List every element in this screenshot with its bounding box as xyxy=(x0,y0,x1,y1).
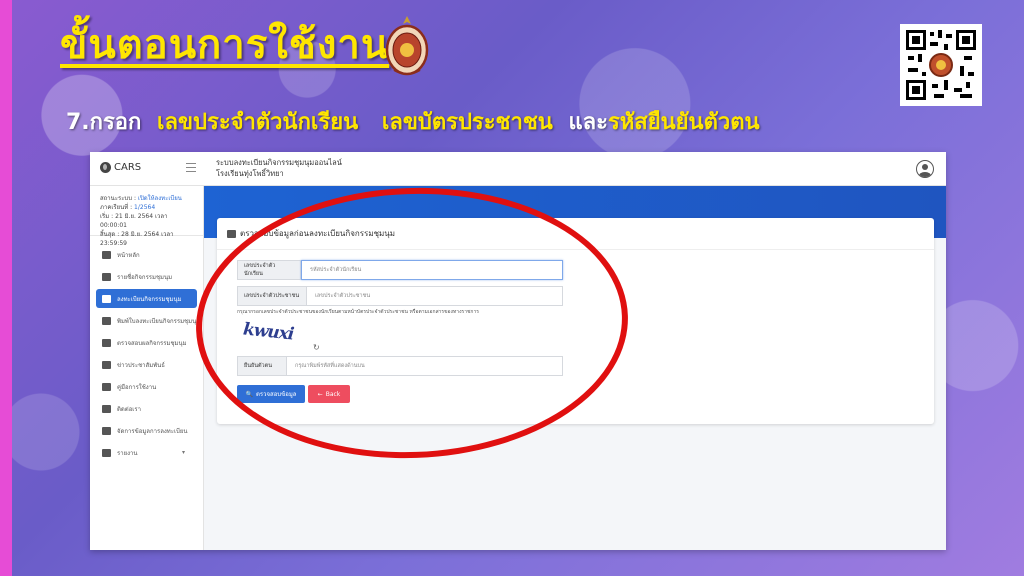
manual-icon xyxy=(102,382,111,391)
book-icon xyxy=(102,272,111,281)
sidebar-item-label: คู่มือการใช้งาน xyxy=(117,383,157,391)
sidebar-item-news[interactable]: ข่าวประชาสัมพันธ์ xyxy=(96,355,197,374)
home-icon xyxy=(102,250,111,259)
brand-label: CARS xyxy=(114,162,142,173)
chevron-down-icon: ▾ xyxy=(181,449,185,456)
system-title-line1: ระบบลงทะเบียนกิจกรรมชุมนุมออนไลน์ xyxy=(216,158,342,167)
app-header: CARS ระบบลงทะเบียนกิจกรรมชุมนุมออนไลน์ โ… xyxy=(90,152,946,186)
sidebar-item-manage-registration[interactable]: จัดการข้อมูลการลงทะเบียน xyxy=(96,421,197,440)
sidebar-item-contact[interactable]: ติดต่อเรา xyxy=(96,399,197,418)
sidebar-item-label: รายงาน xyxy=(117,449,138,457)
sidebar-item-label: ตรวจสอบผลกิจกรรมชุมนุม xyxy=(117,339,187,347)
sidebar-item-label: ติดต่อเรา xyxy=(117,405,141,413)
menu-toggle-icon[interactable] xyxy=(186,163,196,172)
start-date: เริ่ม : 21 มิ.ย. 2564 เวลา 00:00:01 xyxy=(100,213,168,229)
term-value: 1/2564 xyxy=(134,204,156,211)
instruction-and: และ xyxy=(568,110,608,135)
print-icon xyxy=(102,448,111,457)
instruction-field-citizen-id: เลขบัตรประชาชน xyxy=(381,110,553,135)
instruction-field-verify: รหัสยืนยันตัวตน xyxy=(607,110,760,135)
sidebar-item-activity-list[interactable]: รายชื่อกิจกรรมชุมนุม xyxy=(96,267,197,286)
sidebar-item-reports[interactable]: รายงาน ▾ xyxy=(96,443,197,462)
instruction-field-student-id: เลขประจำตัวนักเรียน xyxy=(157,110,359,135)
sidebar-item-label: หน้าหลัก xyxy=(117,251,140,259)
sidebar-item-register[interactable]: ลงทะเบียนกิจกรรมชุมนุม xyxy=(96,289,197,308)
list-icon xyxy=(102,426,111,435)
sidebar-item-check-results[interactable]: ตรวจสอบผลกิจกรรมชุมนุม xyxy=(96,333,197,352)
graduation-icon xyxy=(102,338,111,347)
system-title-line2: โรงเรียนทุ่งโพธิ์วิทยา xyxy=(216,169,284,178)
slide-left-accent-bar xyxy=(0,0,12,576)
sidebar-item-label: จัดการข้อมูลการลงทะเบียน xyxy=(117,427,188,435)
chat-icon xyxy=(102,404,111,413)
status-value: เปิดให้ลงทะเบียน xyxy=(137,195,182,202)
edit-icon xyxy=(227,229,236,238)
globe-icon xyxy=(100,162,111,173)
print-icon xyxy=(102,316,111,325)
school-emblem-logo xyxy=(385,16,429,76)
sidebar-item-label: ลงทะเบียนกิจกรรมชุมนุม xyxy=(117,295,182,303)
slide-instruction: 7.กรอก เลขประจำตัวนักเรียน เลขบัตรประชาช… xyxy=(66,104,760,139)
user-avatar-icon[interactable] xyxy=(916,160,934,178)
sidebar-item-print-registration[interactable]: พิมพ์ใบลงทะเบียนกิจกรรมชุมนุม xyxy=(96,311,197,330)
system-title: ระบบลงทะเบียนกิจกรรมชุมนุมออนไลน์ โรงเรี… xyxy=(216,157,342,179)
term-label: ภาคเรียนที่ : xyxy=(100,204,133,211)
instruction-step: 7.กรอก xyxy=(66,110,142,135)
sidebar-item-label: ข่าวประชาสัมพันธ์ xyxy=(117,361,165,369)
edit-icon xyxy=(102,294,111,303)
slide-title: ขั้นตอนการใช้งาน xyxy=(60,22,390,68)
sidebar-item-manual[interactable]: คู่มือการใช้งาน xyxy=(96,377,197,396)
status-label: สถานะระบบ : xyxy=(100,195,136,202)
sidebar: สถานะระบบ : เปิดให้ลงทะเบียน ภาคเรียนที่… xyxy=(90,186,204,550)
sidebar-item-label: รายชื่อกิจกรรมชุมนุม xyxy=(117,273,173,281)
qr-code-image xyxy=(900,24,982,106)
sidebar-item-label: พิมพ์ใบลงทะเบียนกิจกรรมชุมนุม xyxy=(117,317,197,325)
newspaper-icon xyxy=(102,360,111,369)
status-box: สถานะระบบ : เปิดให้ลงทะเบียน ภาคเรียนที่… xyxy=(90,186,203,247)
brand[interactable]: CARS xyxy=(100,162,141,173)
